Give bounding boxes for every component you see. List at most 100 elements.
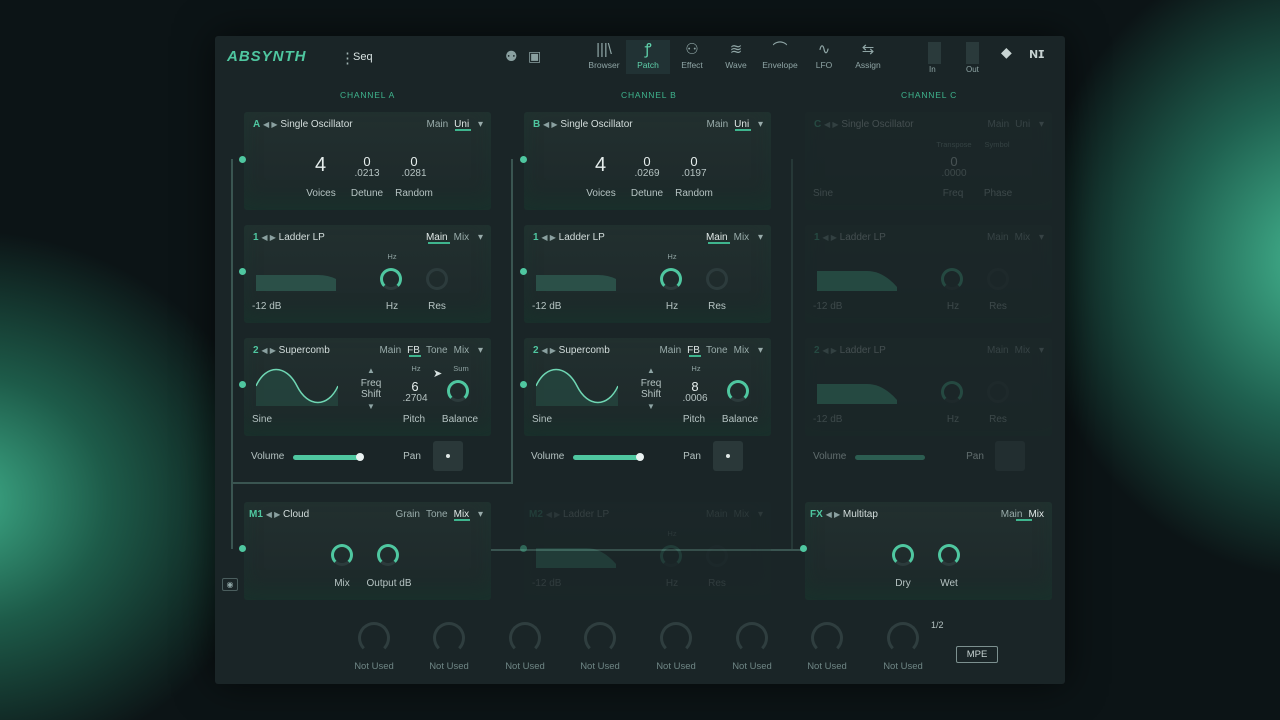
tab-main[interactable]: Main [987, 119, 1009, 130]
macro-knob-1[interactable] [358, 622, 390, 654]
dry-knob[interactable] [892, 544, 914, 566]
random-value[interactable]: 0 [401, 154, 427, 169]
pitch-value[interactable]: 8 [682, 379, 708, 394]
routing-node[interactable] [520, 268, 527, 275]
tab-main[interactable]: Main [706, 509, 728, 520]
tab-mix[interactable]: Mix [734, 345, 750, 356]
user-icon[interactable]: ⚉ [505, 48, 518, 65]
osc-b-name[interactable]: Single Oscillator [560, 119, 632, 130]
wet-knob[interactable] [938, 544, 960, 566]
dropdown-icon[interactable]: ▾ [758, 232, 763, 243]
routing-node[interactable] [239, 545, 246, 552]
macro-knob-8[interactable] [887, 622, 919, 654]
nav-lfo[interactable]: ∿ LFO [802, 40, 846, 74]
cutoff-knob[interactable] [941, 381, 963, 403]
tab-mix[interactable]: Mix [454, 232, 470, 243]
detune-value[interactable]: 0 [634, 154, 660, 169]
tab-tone[interactable]: Tone [426, 345, 448, 356]
freq-shift-label[interactable]: Freq Shift [634, 378, 668, 400]
pan-control[interactable] [995, 441, 1025, 471]
nav-effect[interactable]: ⚇ Effect [670, 40, 714, 74]
down-arrow-icon[interactable]: ▼ [367, 402, 375, 411]
tab-main[interactable]: Main [426, 119, 448, 130]
macro-knob-3[interactable] [509, 622, 541, 654]
tab-mix[interactable]: Mix [734, 509, 750, 520]
voices-value[interactable]: 4 [315, 154, 326, 177]
output-db-knob[interactable] [377, 544, 399, 566]
cutoff-knob[interactable] [380, 268, 402, 290]
fx-name[interactable]: Multitap [843, 509, 878, 520]
prev-next-arrows-icon[interactable]: ◀ ▶ [261, 346, 276, 355]
prev-next-arrows-icon[interactable]: ◀ ▶ [822, 346, 837, 355]
dropdown-icon[interactable]: ▾ [1039, 345, 1044, 356]
routing-node[interactable] [520, 545, 527, 552]
m1-panel[interactable]: M1 ◀ ▶ Cloud Grain Tone Mix ▾ Mix Output d… [244, 502, 491, 600]
prev-next-arrows-icon[interactable]: ◀ ▶ [263, 120, 278, 129]
nav-envelope[interactable]: ⌒ Envelope [758, 40, 802, 74]
prev-next-arrows-icon[interactable]: ◀ ▶ [543, 120, 558, 129]
filter2-b-name[interactable]: Supercomb [559, 345, 610, 356]
dropdown-icon[interactable]: ▾ [758, 509, 763, 520]
filter2-c-panel[interactable]: 2 ◀ ▶ Ladder LP Main Mix ▾ -12 dB Hz Res [805, 338, 1052, 436]
tab-uni[interactable]: Uni [1015, 119, 1030, 130]
tab-main[interactable]: Main [987, 345, 1009, 356]
filter2-a-panel[interactable]: 2 ◀ ▶ Supercomb Main FB Tone Mix ▾ Sine ▲ F… [244, 338, 491, 436]
tab-main[interactable]: Main [987, 232, 1009, 243]
komplete-icon[interactable]: ◆ [1001, 44, 1012, 61]
filter2-b-panel[interactable]: 2 ◀ ▶ Supercomb Main FB Tone Mix ▾ Sine ▲ F… [524, 338, 771, 436]
prev-next-arrows-icon[interactable]: ◀ ▶ [826, 510, 841, 519]
volume-slider[interactable] [855, 455, 925, 460]
random-value[interactable]: 0 [681, 154, 707, 169]
filter1-c-name[interactable]: Ladder LP [840, 232, 886, 243]
prev-next-arrows-icon[interactable]: ◀ ▶ [541, 346, 556, 355]
nav-wave[interactable]: ≋ Wave [714, 40, 758, 74]
prev-next-arrows-icon[interactable]: ◀ ▶ [824, 120, 839, 129]
dropdown-icon[interactable]: ▾ [1039, 119, 1044, 130]
tab-tone[interactable]: Tone [426, 509, 448, 520]
cutoff-knob[interactable] [660, 268, 682, 290]
routing-node[interactable] [239, 156, 246, 163]
balance-knob[interactable] [727, 380, 749, 402]
resonance-knob[interactable] [706, 268, 728, 290]
down-arrow-icon[interactable]: ▼ [647, 402, 655, 411]
tab-mix[interactable]: Mix [1015, 232, 1031, 243]
dropdown-icon[interactable]: ▾ [758, 345, 763, 356]
voices-value[interactable]: 4 [595, 154, 606, 177]
resonance-knob[interactable] [987, 268, 1009, 290]
up-arrow-icon[interactable]: ▲ [367, 366, 375, 375]
macro-page-indicator[interactable]: 1/2 [931, 620, 944, 630]
macro-knob-6[interactable] [736, 622, 768, 654]
eye-icon[interactable]: ◉ [222, 578, 238, 591]
freq-value[interactable]: 0 [941, 154, 967, 169]
macro-knob-2[interactable] [433, 622, 465, 654]
dropdown-icon[interactable]: ▾ [758, 119, 763, 130]
filter2-a-name[interactable]: Supercomb [279, 345, 330, 356]
osc-c-panel[interactable]: C ◀ ▶ Single Oscillator Main Uni ▾ Transp… [805, 112, 1052, 210]
filter1-b-name[interactable]: Ladder LP [559, 232, 605, 243]
fx-panel[interactable]: FX ◀ ▶ Multitap Main Mix Dry Wet [805, 502, 1052, 600]
filter1-b-panel[interactable]: 1 ◀ ▶ Ladder LP Main Mix ▾ -12 dB Hz Hz R… [524, 225, 771, 323]
filter1-a-panel[interactable]: 1 ◀ ▶ Ladder LP Main Mix ▾ -12 dB Hz Hz R… [244, 225, 491, 323]
macro-knob-5[interactable] [660, 622, 692, 654]
mix-knob[interactable] [331, 544, 353, 566]
prev-next-arrows-icon[interactable]: ◀ ▶ [266, 510, 281, 519]
detune-value[interactable]: 0 [354, 154, 380, 169]
up-arrow-icon[interactable]: ▲ [647, 366, 655, 375]
filter2-c-name[interactable]: Ladder LP [840, 345, 886, 356]
balance-knob[interactable] [447, 380, 469, 402]
tab-main[interactable]: Main [659, 345, 681, 356]
resonance-knob[interactable] [426, 268, 448, 290]
seq-mode-label[interactable]: Seq [353, 51, 373, 63]
macro-knob-4[interactable] [584, 622, 616, 654]
volume-slider-handle[interactable] [356, 453, 364, 461]
filter1-c-panel[interactable]: 1 ◀ ▶ Ladder LP Main Mix ▾ -12 dB Hz Res [805, 225, 1052, 323]
m1-name[interactable]: Cloud [283, 509, 309, 520]
volume-slider-handle[interactable] [636, 453, 644, 461]
osc-b-panel[interactable]: B ◀ ▶ Single Oscillator Main Uni ▾ 4 0 .0… [524, 112, 771, 210]
freq-shift-label[interactable]: Freq Shift [354, 378, 388, 400]
pitch-value[interactable]: 6 [402, 379, 428, 394]
filter1-a-name[interactable]: Ladder LP [279, 232, 325, 243]
dropdown-icon[interactable]: ▾ [478, 232, 483, 243]
prev-next-arrows-icon[interactable]: ◀ ▶ [546, 510, 561, 519]
mpe-button[interactable]: MPE [956, 646, 998, 663]
